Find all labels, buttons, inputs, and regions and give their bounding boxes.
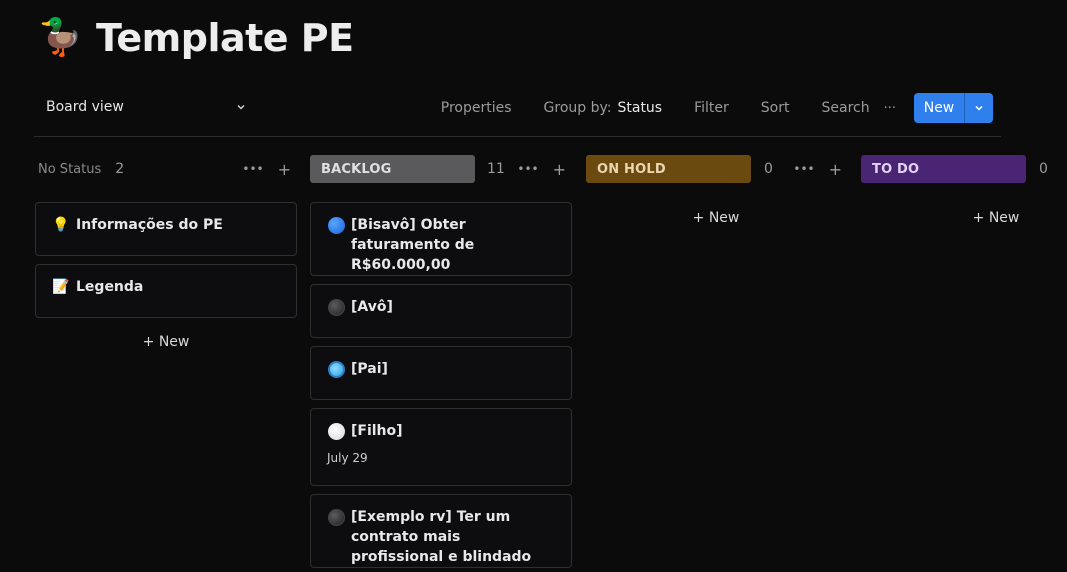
column-count: 0 bbox=[1039, 161, 1048, 177]
column-actions: ••• + bbox=[242, 155, 291, 183]
add-icon[interactable]: + bbox=[278, 160, 291, 179]
more-options-icon[interactable]: ••• bbox=[242, 162, 263, 176]
group-by-button[interactable]: Group by: Status bbox=[544, 100, 663, 116]
black-circle-icon bbox=[327, 508, 345, 526]
filter-button[interactable]: Filter bbox=[694, 100, 729, 116]
toolbar-actions: Properties Group by: Status Filter Sort S… bbox=[441, 92, 993, 124]
more-options-icon[interactable]: ••• bbox=[517, 162, 538, 176]
card[interactable]: [Filho] July 29 bbox=[310, 408, 572, 486]
column-no-status: No Status 2 ••• + 💡 Informações do PE 📝 … bbox=[35, 155, 297, 375]
card-title-text: [Exemplo rv] Ter um contrato mais profis… bbox=[351, 509, 532, 565]
card-title-text: Legenda bbox=[76, 279, 144, 295]
card[interactable]: [Avô] bbox=[310, 284, 572, 338]
status-pill-on-hold[interactable]: ON HOLD bbox=[586, 155, 751, 183]
add-icon[interactable]: + bbox=[553, 160, 566, 179]
duck-icon[interactable]: 🦆 bbox=[38, 14, 83, 62]
column-actions: ••• + bbox=[517, 155, 566, 183]
lightbulb-icon: 💡 bbox=[52, 217, 70, 233]
view-selector[interactable]: Board view bbox=[46, 99, 124, 115]
card-title: 📝 Legenda bbox=[52, 277, 280, 297]
toolbar: Board view Properties Group by: Status Fi… bbox=[34, 92, 1001, 124]
black-circle-icon bbox=[327, 298, 345, 316]
column-backlog: BACKLOG 11 ••• + [Bisavô] Obter faturame… bbox=[310, 155, 572, 572]
status-pill-to-do[interactable]: TO DO bbox=[861, 155, 1026, 183]
column-actions: ••• + bbox=[793, 155, 842, 183]
column-count: 11 bbox=[487, 161, 505, 177]
more-options-icon[interactable]: ··· bbox=[884, 101, 896, 116]
column-header: BACKLOG 11 ••• + bbox=[310, 155, 572, 183]
card-title: 💡 Informações do PE bbox=[52, 215, 280, 235]
add-new-card-button[interactable]: + New bbox=[861, 210, 1067, 226]
card[interactable]: [Pai] bbox=[310, 346, 572, 400]
white-circle-icon bbox=[327, 422, 345, 440]
properties-button[interactable]: Properties bbox=[441, 100, 512, 116]
card-title: [Avô] bbox=[327, 297, 555, 317]
column-header: TO DO 0 bbox=[861, 155, 1067, 183]
new-button-group: New bbox=[914, 93, 993, 123]
card-title-text: [Avô] bbox=[351, 299, 393, 315]
card[interactable]: [Bisavô] Obter faturamento de R$60.000,0… bbox=[310, 202, 572, 276]
new-button[interactable]: New bbox=[914, 93, 964, 123]
sort-button[interactable]: Sort bbox=[761, 100, 790, 116]
group-by-value: Status bbox=[617, 100, 663, 116]
card[interactable]: 💡 Informações do PE bbox=[35, 202, 297, 256]
board-page: 🦆 Template PE Board view Properties Grou… bbox=[0, 0, 1067, 572]
card-title-text: [Bisavô] Obter faturamento de R$60.000,0… bbox=[351, 217, 475, 273]
column-to-do: TO DO 0 + New bbox=[861, 155, 1067, 235]
add-new-card-button[interactable]: + New bbox=[35, 334, 297, 350]
column-header: No Status 2 ••• + bbox=[35, 155, 297, 183]
chevron-down-icon[interactable] bbox=[236, 102, 246, 112]
page-title[interactable]: Template PE bbox=[96, 16, 354, 60]
column-count: 2 bbox=[115, 161, 125, 177]
view-selector-label: Board view bbox=[46, 99, 124, 115]
card-date: July 29 bbox=[327, 451, 368, 465]
card-title-text: [Filho] bbox=[351, 423, 403, 439]
toolbar-divider bbox=[34, 136, 1001, 137]
column-on-hold: ON HOLD 0 ••• + + New bbox=[586, 155, 848, 235]
page-header: 🦆 Template PE bbox=[38, 14, 354, 62]
search-button[interactable]: Search bbox=[821, 100, 869, 116]
card-title: [Exemplo rv] Ter um contrato mais profis… bbox=[327, 507, 555, 567]
card[interactable]: [Exemplo rv] Ter um contrato mais profis… bbox=[310, 494, 572, 568]
chevron-down-icon bbox=[975, 105, 983, 111]
light-blue-circle-icon bbox=[327, 360, 345, 378]
column-label: No Status bbox=[38, 161, 102, 177]
column-count: 0 bbox=[764, 161, 773, 177]
column-header: ON HOLD 0 ••• + bbox=[586, 155, 848, 183]
new-dropdown-button[interactable] bbox=[965, 93, 993, 123]
add-new-card-button[interactable]: + New bbox=[586, 210, 846, 226]
card-title: [Filho] bbox=[327, 421, 555, 441]
card[interactable]: 📝 Legenda bbox=[35, 264, 297, 318]
memo-icon: 📝 bbox=[52, 279, 70, 295]
group-by-label: Group by: bbox=[543, 100, 612, 116]
card-title-text: [Pai] bbox=[351, 361, 388, 377]
add-icon[interactable]: + bbox=[829, 160, 842, 179]
more-options-icon[interactable]: ••• bbox=[793, 162, 814, 176]
card-title: [Bisavô] Obter faturamento de R$60.000,0… bbox=[327, 215, 555, 275]
card-title: [Pai] bbox=[327, 359, 555, 379]
blue-circle-icon bbox=[327, 216, 345, 234]
card-title-text: Informações do PE bbox=[76, 217, 223, 233]
status-pill-backlog[interactable]: BACKLOG bbox=[310, 155, 475, 183]
